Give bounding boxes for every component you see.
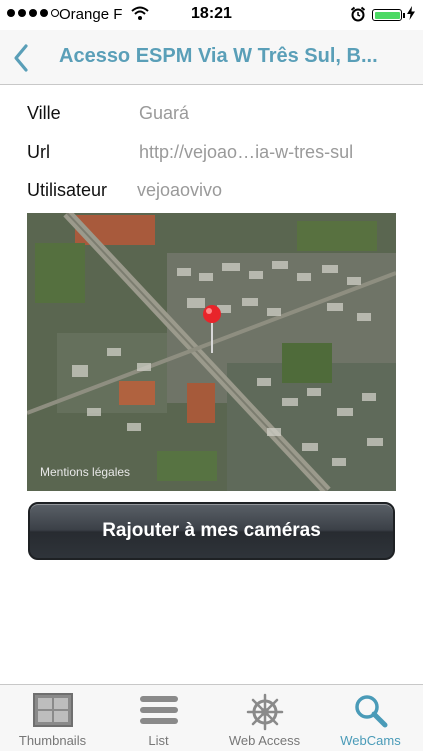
user-value: vejoaovivo	[137, 180, 223, 200]
url-label: Url	[27, 142, 50, 162]
magnifier-icon	[353, 693, 389, 734]
list-icon	[139, 693, 179, 732]
map-view[interactable]: Mentions légales	[27, 213, 396, 491]
battery-tip	[403, 13, 405, 18]
tab-list-label: List	[148, 733, 169, 748]
battery-icon	[372, 9, 402, 21]
ship-wheel-icon	[246, 693, 284, 736]
navigation-bar: Acesso ESPM Via W Três Sul, B...	[0, 30, 423, 85]
charging-bolt-icon	[407, 6, 415, 23]
tab-webcams[interactable]: WebCams	[318, 685, 423, 751]
tab-thumbnails-label: Thumbnails	[18, 733, 87, 748]
grid-icon	[32, 693, 73, 732]
add-to-my-cameras-label: Rajouter à mes caméras	[102, 520, 321, 541]
map-pin-icon[interactable]	[201, 303, 223, 355]
tab-bar: Thumbnails List Web Access WebCams	[0, 684, 423, 751]
chevron-left-icon	[14, 44, 28, 72]
city-label: Ville	[27, 103, 61, 123]
tab-web-access[interactable]: Web Access	[212, 685, 317, 751]
status-bar: Orange F 18:21	[0, 0, 423, 30]
legal-notices-link[interactable]: Mentions légales	[40, 465, 130, 479]
tab-webcams-label: WebCams	[340, 733, 401, 748]
alarm-icon	[350, 6, 366, 26]
url-value[interactable]: http://vejoao…ia-w-tres-sul	[139, 142, 353, 163]
tab-list[interactable]: List	[106, 685, 211, 751]
page-title: Acesso ESPM Via W Três Sul, B...	[59, 45, 378, 67]
back-button[interactable]	[4, 36, 40, 76]
city-value: Guará	[139, 103, 190, 123]
tab-thumbnails[interactable]: Thumbnails	[0, 685, 105, 751]
user-label: Utilisateur	[27, 180, 108, 200]
add-to-my-cameras-button[interactable]: Rajouter à mes caméras	[28, 502, 395, 560]
tab-web-access-label: Web Access	[228, 733, 301, 748]
